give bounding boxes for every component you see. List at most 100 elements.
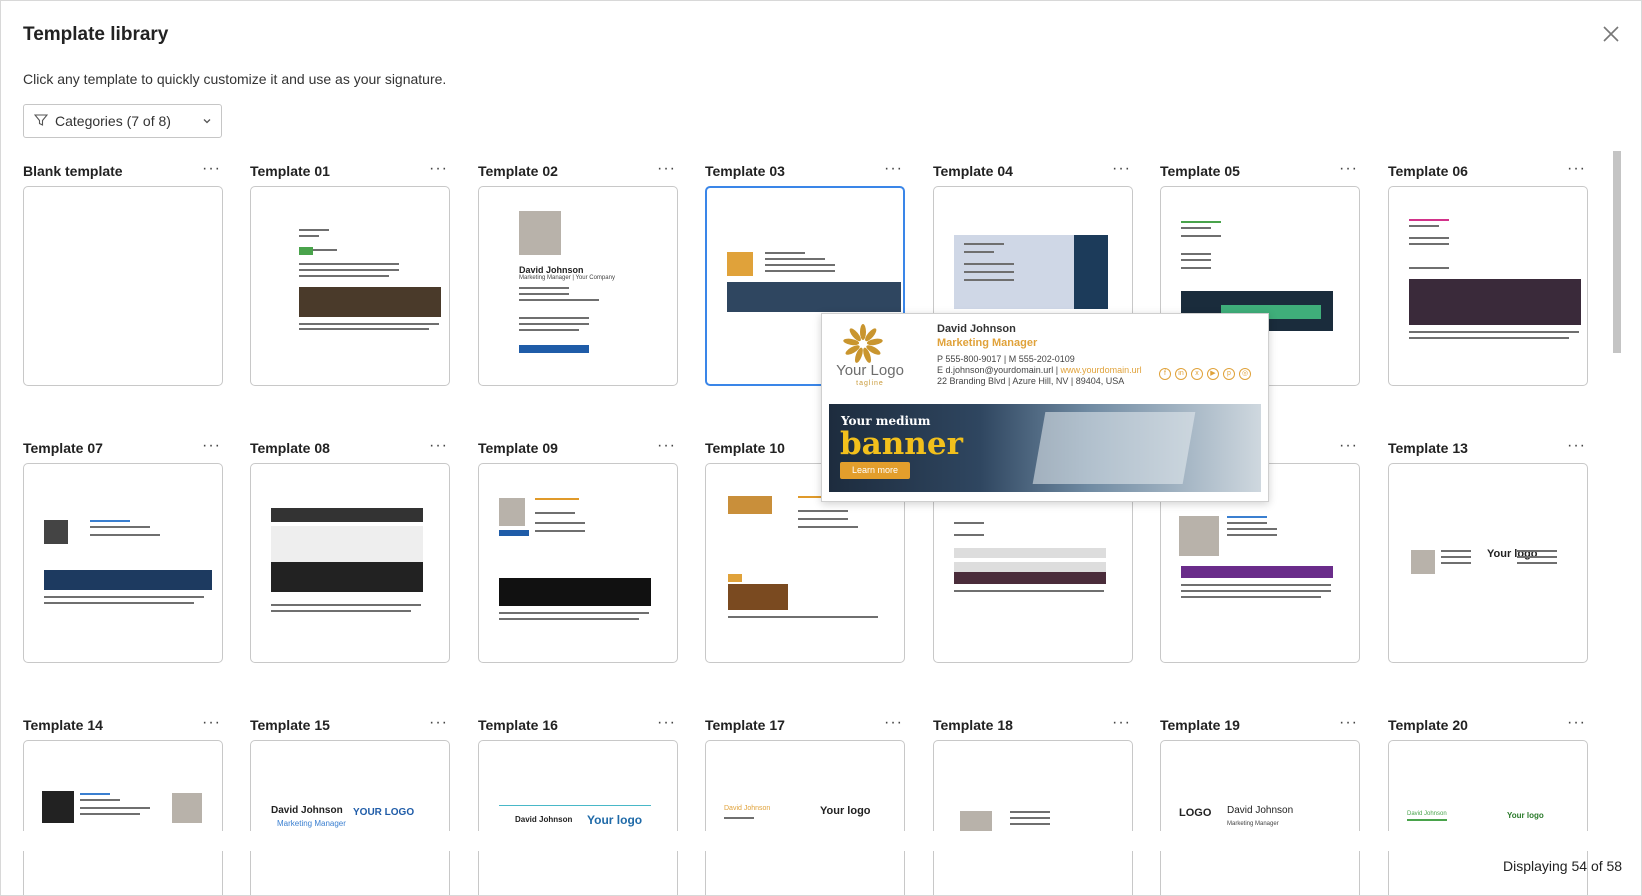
thumbnail-line (1227, 516, 1267, 518)
more-options-icon[interactable]: ··· (1112, 160, 1131, 178)
template-name: Template 04 (933, 163, 1013, 179)
template-thumbnail[interactable] (478, 463, 678, 663)
template-tile[interactable]: Template 06 ··· (1388, 160, 1588, 386)
thumbnail-line (535, 530, 585, 532)
thumbnail-line (299, 323, 439, 325)
categories-dropdown[interactable]: Categories (7 of 8) (23, 104, 222, 138)
thumbnail-line (299, 269, 399, 271)
thumbnail-line (313, 249, 337, 251)
preview-phone: P 555-800-9017 | M 555-202-0109 (937, 354, 1075, 364)
more-options-icon[interactable]: ··· (429, 160, 448, 178)
more-options-icon[interactable]: ··· (1567, 437, 1586, 455)
template-thumbnail[interactable] (250, 463, 450, 663)
more-options-icon[interactable]: ··· (429, 437, 448, 455)
template-thumbnail[interactable] (933, 740, 1133, 895)
template-tile[interactable]: Template 19 ··· LOGO David Johnson Marketing… (1160, 714, 1360, 895)
scrollbar[interactable] (1613, 151, 1621, 831)
template-thumbnail[interactable] (23, 740, 223, 895)
template-tile[interactable]: Template 13 ··· Your logo (1388, 437, 1588, 663)
thumbnail-line (1517, 562, 1557, 564)
thumbnail-line (765, 258, 825, 260)
thumbnail-line (90, 520, 130, 522)
more-options-icon[interactable]: ··· (1567, 714, 1586, 732)
template-tile[interactable]: Template 05 ··· (1160, 160, 1360, 386)
more-options-icon[interactable]: ··· (1112, 714, 1131, 732)
template-thumbnail[interactable]: Your logo (1388, 463, 1588, 663)
template-tile[interactable]: Template 01 ··· (250, 160, 450, 386)
template-thumbnail[interactable]: David Johnson Your logo (478, 740, 678, 895)
template-thumbnail[interactable] (250, 186, 450, 386)
chevron-down-icon (201, 114, 213, 130)
thumbnail-block (44, 520, 68, 544)
more-options-icon[interactable]: ··· (884, 714, 903, 732)
thumbnail-line (1409, 237, 1449, 239)
close-icon[interactable] (1600, 23, 1622, 45)
template-tile[interactable]: Template 20 ··· David Johnson Your logo (1388, 714, 1588, 895)
thumbnail-text: David Johnson (271, 805, 343, 816)
template-tile[interactable]: Template 15 ··· David Johnson Marketing Man… (250, 714, 450, 895)
template-tile[interactable]: Template 17 ··· David Johnson Your logo (705, 714, 905, 895)
more-options-icon[interactable]: ··· (657, 714, 676, 732)
template-thumbnail[interactable] (23, 463, 223, 663)
thumbnail-line (1441, 562, 1471, 564)
template-name: Template 10 (705, 440, 785, 456)
template-name: Template 13 (1388, 440, 1468, 456)
template-tile[interactable]: Template 02 ··· David Johnson Marketing Man… (478, 160, 678, 386)
template-tile[interactable]: Template 09 ··· (478, 437, 678, 663)
thumbnail-line (1181, 221, 1221, 223)
more-options-icon[interactable]: ··· (657, 160, 676, 178)
thumbnail-line (80, 807, 150, 809)
template-tile[interactable]: Template 14 ··· (23, 714, 223, 895)
preview-name: David Johnson (937, 323, 1016, 335)
thumbnail-line (299, 235, 319, 237)
thumbnail-block (954, 562, 1106, 572)
x-icon: x (1191, 368, 1203, 380)
more-options-icon[interactable]: ··· (429, 714, 448, 732)
template-thumbnail[interactable]: LOGO David Johnson Marketing Manager (1160, 740, 1360, 895)
template-thumbnail[interactable]: David Johnson Marketing Manager | Your Co… (478, 186, 678, 386)
thumbnail-text: LOGO (1179, 807, 1212, 819)
dialog-title: Template library (23, 24, 169, 45)
thumbnail-line (535, 512, 575, 514)
thumbnail-block (299, 287, 441, 317)
template-tile[interactable]: Template 04 ··· (933, 160, 1133, 386)
thumbnail-line (1441, 550, 1471, 552)
more-options-icon[interactable]: ··· (202, 714, 221, 732)
thumbnail-block (954, 548, 1106, 558)
thumbnail-line (1181, 267, 1211, 269)
thumbnail-block (1179, 516, 1219, 556)
template-thumbnail[interactable] (23, 186, 223, 386)
template-tile[interactable]: Template 16 ··· David Johnson Your logo (478, 714, 678, 895)
more-options-icon[interactable]: ··· (202, 160, 221, 178)
thumbnail-block (299, 247, 313, 255)
template-thumbnail[interactable]: David Johnson Marketing Manager YOUR LOGO (250, 740, 450, 895)
instagram-icon: ◎ (1239, 368, 1251, 380)
scrollbar-thumb[interactable] (1613, 151, 1621, 353)
thumbnail-line (535, 498, 579, 500)
thumbnail-line (1181, 584, 1331, 586)
thumbnail-text: Your logo (587, 813, 643, 827)
thumbnail-line (1227, 534, 1277, 536)
more-options-icon[interactable]: ··· (657, 437, 676, 455)
template-thumbnail[interactable]: David Johnson Your logo (705, 740, 905, 895)
thumbnail-line (299, 275, 389, 277)
more-options-icon[interactable]: ··· (884, 160, 903, 178)
template-tile[interactable]: Template 18 ··· (933, 714, 1133, 895)
template-tile[interactable]: Template 03 ··· (705, 160, 905, 386)
thumbnail-line (1181, 259, 1211, 261)
more-options-icon[interactable]: ··· (1339, 714, 1358, 732)
thumbnail-text: David Johnson (1407, 811, 1447, 817)
more-options-icon[interactable]: ··· (1339, 437, 1358, 455)
template-tile[interactable]: Template 07 ··· (23, 437, 223, 663)
thumbnail-line (1010, 817, 1050, 819)
thumbnail-line (271, 604, 421, 606)
template-tile[interactable]: Template 08 ··· (250, 437, 450, 663)
preview-social-icons: f in x ▶ p ◎ (1159, 368, 1251, 380)
more-options-icon[interactable]: ··· (202, 437, 221, 455)
template-thumbnail[interactable] (1388, 186, 1588, 386)
more-options-icon[interactable]: ··· (1567, 160, 1586, 178)
more-options-icon[interactable]: ··· (1339, 160, 1358, 178)
template-tile[interactable]: Blank template ··· (23, 160, 223, 386)
thumbnail-block (728, 496, 772, 514)
thumbnail-line (964, 271, 1014, 273)
